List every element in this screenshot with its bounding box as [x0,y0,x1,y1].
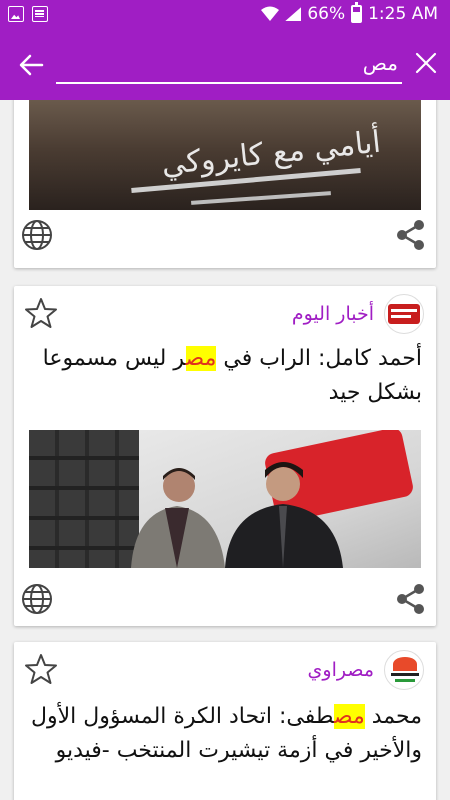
news-card[interactable]: أخبار اليوم أحمد كامل: الراب في مصر ليس … [14,286,436,626]
star-outline-icon[interactable] [24,296,58,330]
clear-search-button[interactable] [412,50,440,78]
article-headline[interactable]: أحمد كامل: الراب في مصر ليس مسموعا بشكل … [28,342,422,410]
logo-mark [393,657,417,671]
back-button[interactable] [16,50,52,80]
logo-mark [388,304,420,324]
article-image[interactable]: أيامي مع كايروكي [29,100,421,210]
battery-icon [351,2,363,23]
news-notification-icon [32,6,48,22]
share-icon[interactable] [394,582,428,616]
close-icon [415,52,437,74]
image-decoration [191,191,331,205]
signal-icon [285,7,302,21]
news-card[interactable]: أيامي مع كايروكي [14,100,436,268]
source-name[interactable]: أخبار اليوم [292,303,374,325]
headline-text: محمد [364,704,422,729]
source-logo[interactable] [384,294,424,334]
news-feed[interactable]: أيامي مع كايروكي أخبار اليوم أحمد كامل: … [0,100,450,800]
arrow-left-icon [19,54,44,76]
logo-mark [391,673,419,676]
globe-icon[interactable] [20,218,54,252]
logo-mark [391,309,417,312]
news-card[interactable]: مصراوي محمد مصطفى: اتحاد الكرة المسؤول ا… [14,642,436,800]
search-input[interactable]: مص [56,48,402,84]
status-bar: 66% 1:25 AM [0,0,450,30]
source-logo[interactable] [384,650,424,690]
gallery-notification-icon [8,6,24,22]
headline-text: أحمد كامل: الراب في [216,346,422,371]
image-person [225,462,343,568]
article-headline[interactable]: محمد مصطفى: اتحاد الكرة المسؤول الأول وا… [28,700,422,768]
source-name[interactable]: مصراوي [308,659,374,681]
image-person [131,468,225,568]
clock: 1:25 AM [368,4,438,24]
battery-percent: 66% [307,4,346,24]
share-icon[interactable] [394,218,428,252]
wifi-icon [261,6,280,21]
star-outline-icon[interactable] [24,652,58,686]
logo-mark [391,315,411,318]
globe-icon[interactable] [20,582,54,616]
article-image[interactable] [29,430,421,568]
logo-mark [395,679,415,682]
search-match-highlight: مص [185,346,217,371]
search-app-bar: مص [0,30,450,100]
search-match-highlight: مص [333,704,365,729]
